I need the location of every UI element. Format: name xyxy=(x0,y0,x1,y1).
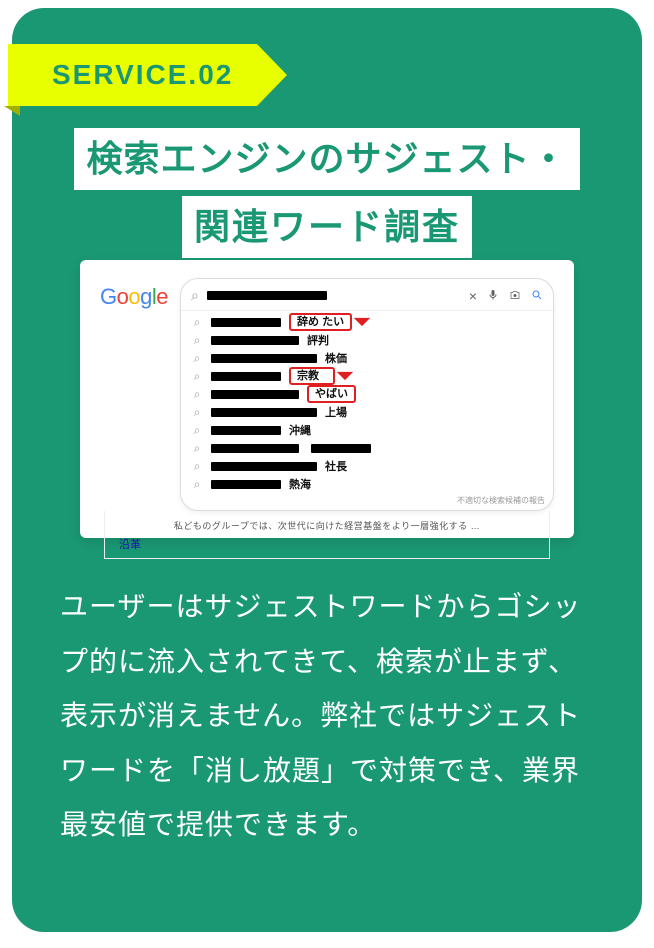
redacted-term xyxy=(211,480,281,489)
redacted-term xyxy=(311,444,371,453)
search-icon: ⌕ xyxy=(191,387,203,402)
mic-icon xyxy=(487,288,499,304)
redacted-term xyxy=(211,354,317,363)
suggest-item: ⌕ 上場 xyxy=(181,403,553,421)
redacted-term xyxy=(211,318,281,327)
camera-icon xyxy=(509,288,521,304)
suggest-word: 評判 xyxy=(307,332,329,348)
clear-icon: × xyxy=(469,288,477,304)
suggest-word-flagged: 辞め たい xyxy=(289,313,352,331)
suggest-item: ⌕辞め たい◣ xyxy=(181,313,553,331)
search-icon: ⌕ xyxy=(191,423,203,438)
google-logo: Google xyxy=(100,284,168,310)
suggest-footnote: 不適切な検索候補の報告 xyxy=(181,495,553,508)
suggest-word-flagged: 宗教 xyxy=(289,367,335,385)
redacted-term xyxy=(211,336,299,345)
search-icon: ⌕ xyxy=(191,287,199,304)
service-card: SERVICE.02 検索エンジンのサジェスト・ 関連ワード調査 Google … xyxy=(12,8,642,932)
suggest-item: ⌕宗教◣ xyxy=(181,367,553,385)
suggest-item: ⌕ xyxy=(181,439,553,457)
heading: 検索エンジンのサジェスト・ 関連ワード調査 xyxy=(12,128,642,258)
pointer-icon: ◣ xyxy=(352,308,372,328)
redacted-term xyxy=(211,444,299,453)
suggest-word: 沖縄 xyxy=(289,422,311,438)
illustration-search-suggest: Google ⌕ × xyxy=(80,260,574,538)
suggest-word: 上場 xyxy=(325,404,347,420)
suggest-item: ⌕ 評判 xyxy=(181,331,553,349)
redacted-term xyxy=(211,372,281,381)
suggest-item: ⌕ 熱海 xyxy=(181,475,553,493)
search-icon: ⌕ xyxy=(191,405,203,420)
suggest-list: ⌕辞め たい◣⌕評判⌕株価⌕宗教◣⌕やばい⌕上場⌕沖縄⌕⌕社長⌕熱海 xyxy=(181,311,553,495)
search-icon: ⌕ xyxy=(191,315,203,330)
search-icon: ⌕ xyxy=(191,333,203,348)
search-icon: ⌕ xyxy=(191,477,203,492)
redacted-term xyxy=(211,390,299,399)
suggest-word-flagged: やばい xyxy=(307,385,356,403)
suggest-word: 熱海 xyxy=(289,476,311,492)
body-text: ユーザーはサジェストワードからゴシップ的に流入されてきて、検索が止まず、表示が消… xyxy=(60,580,594,853)
suggest-item: ⌕ 沖縄 xyxy=(181,421,553,439)
search-icon: ⌕ xyxy=(191,459,203,474)
suggest-dropdown: ⌕ × ⌕ 辞め たい◣ ⌕ 評判 ⌕ xyxy=(180,278,554,511)
suggest-item: ⌕ やばい xyxy=(181,385,553,403)
result-snippet: 私どものグループでは、次世代に向けた経営基盤をより一層強化する … xyxy=(113,519,541,532)
search-submit-icon xyxy=(531,288,543,304)
heading-line-1: 検索エンジンのサジェスト・ xyxy=(74,128,579,190)
ribbon-label: SERVICE.02 xyxy=(52,59,233,91)
redacted-term xyxy=(211,408,317,417)
search-icon: ⌕ xyxy=(191,441,203,456)
redacted-query xyxy=(207,291,327,300)
suggest-item: ⌕ 社長 xyxy=(181,457,553,475)
suggest-word: 社長 xyxy=(325,458,347,474)
suggest-item: ⌕株価 xyxy=(181,349,553,367)
search-icon: ⌕ xyxy=(191,351,203,366)
heading-line-2: 関連ワード調査 xyxy=(182,196,472,258)
redacted-term xyxy=(211,426,281,435)
redacted-term xyxy=(211,462,317,471)
search-icon: ⌕ xyxy=(191,369,203,384)
ribbon: SERVICE.02 xyxy=(8,44,257,106)
result-link: 沿革 xyxy=(113,536,541,552)
